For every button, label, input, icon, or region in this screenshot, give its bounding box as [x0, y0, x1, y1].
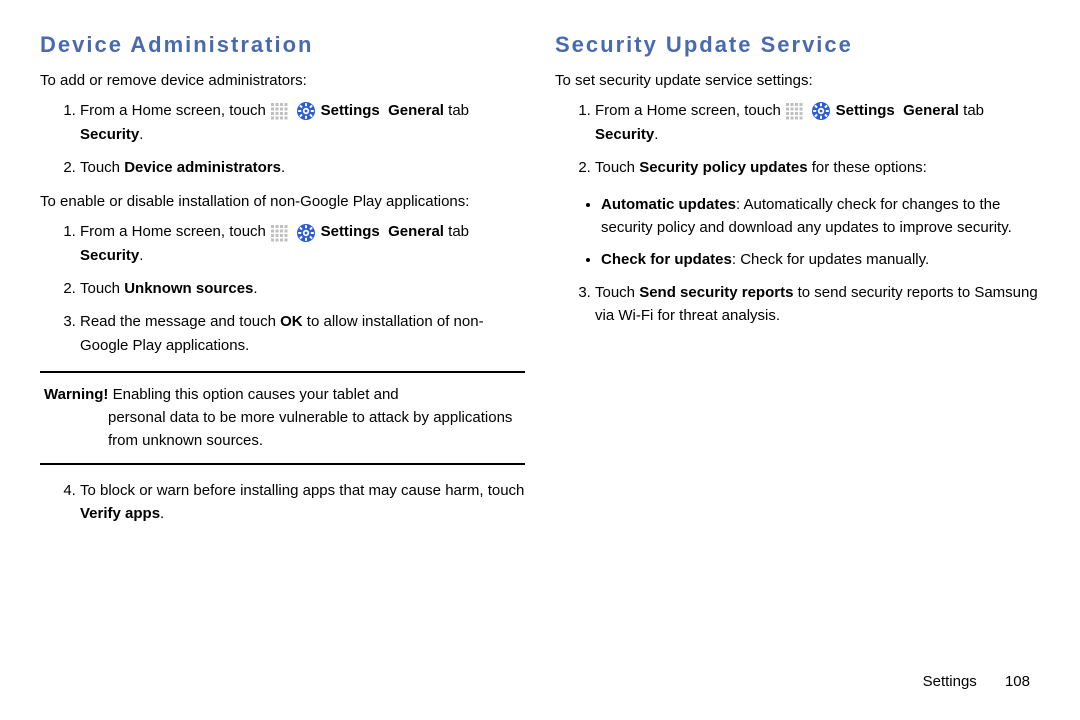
step-unknown-1: From a Home screen, touch [80, 220, 525, 267]
settings-gear-icon [296, 221, 316, 244]
heading-device-admin: Device Administration [40, 32, 525, 58]
tab-word: tab [963, 102, 988, 119]
warning-title: Warning! [44, 386, 113, 403]
policy-options: Automatic updates: Automatically check f… [555, 193, 1040, 271]
general-label: General [388, 223, 444, 240]
steps-admins: From a Home screen, touch [40, 99, 525, 179]
general-label: General [903, 102, 959, 119]
option-auto-updates: Automatic updates: Automatically check f… [601, 193, 1040, 240]
intro-add-remove-admins: To add or remove device administrators: [40, 72, 525, 89]
manual-page: Device Administration To add or remove d… [0, 0, 1080, 660]
period: . [253, 280, 257, 297]
step-text: To block or warn before installing apps … [80, 482, 524, 499]
period: . [139, 247, 143, 264]
period: . [160, 505, 164, 522]
send-reports-label: Send security reports [639, 284, 793, 301]
option-label: Automatic updates [601, 196, 736, 213]
settings-label: Settings [836, 102, 899, 119]
step-unknown-3: Read the message and touch OK to allow i… [80, 310, 525, 357]
warning-body: Enabling this option causes your tablet … [113, 386, 399, 403]
device-admins-label: Device administrators [124, 159, 281, 176]
step-secupd-3: Touch Send security reports to send secu… [595, 281, 1040, 328]
step-text: Touch [595, 284, 639, 301]
security-label: Security [595, 126, 654, 143]
right-column: Security Update Service To set security … [555, 32, 1040, 660]
warning-block: Warning! Enabling this option causes you… [40, 371, 525, 465]
page-footer: Settings 108 [923, 673, 1030, 690]
verify-apps-label: Verify apps [80, 505, 160, 522]
step-text: From a Home screen, touch [80, 223, 270, 240]
option-label: Check for updates [601, 251, 732, 268]
step-text: From a Home screen, touch [80, 102, 270, 119]
tab-word: tab [448, 102, 473, 119]
security-label: Security [80, 126, 139, 143]
settings-label: Settings [321, 102, 384, 119]
step-unknown-2: Touch Unknown sources. [80, 277, 525, 300]
steps-security-update: From a Home screen, touch [555, 99, 1040, 179]
step-admins-1: From a Home screen, touch [80, 99, 525, 146]
period: . [281, 159, 285, 176]
intro-security-update: To set security update service settings: [555, 72, 1040, 89]
settings-gear-icon [296, 99, 316, 122]
page-number: 108 [1005, 673, 1030, 690]
period: . [654, 126, 658, 143]
settings-gear-icon [811, 99, 831, 122]
apps-grid-icon [270, 221, 288, 244]
option-body: : Check for updates manually. [732, 251, 929, 268]
step-admins-2: Touch Device administrators. [80, 156, 525, 179]
steps-verify-apps: To block or warn before installing apps … [40, 479, 525, 526]
step-verify-4: To block or warn before installing apps … [80, 479, 525, 526]
step-secupd-1: From a Home screen, touch [595, 99, 1040, 146]
step-secupd-2: Touch Security policy updates for these … [595, 156, 1040, 179]
apps-grid-icon [785, 99, 803, 122]
step-text: Read the message and touch [80, 313, 280, 330]
left-column: Device Administration To add or remove d… [40, 32, 525, 660]
step-text: for these options: [808, 159, 927, 176]
period: . [139, 126, 143, 143]
security-label: Security [80, 247, 139, 264]
footer-section: Settings [923, 673, 977, 690]
heading-security-update: Security Update Service [555, 32, 1040, 58]
ok-label: OK [280, 313, 303, 330]
settings-label: Settings [321, 223, 384, 240]
warning-body-cont: personal data to be more vulnerable to a… [108, 406, 521, 453]
step-text: Touch [80, 159, 124, 176]
apps-grid-icon [270, 99, 288, 122]
general-label: General [388, 102, 444, 119]
intro-non-google-play: To enable or disable installation of non… [40, 193, 525, 210]
steps-send-reports: Touch Send security reports to send secu… [555, 281, 1040, 328]
step-text: Touch [80, 280, 124, 297]
unknown-sources-label: Unknown sources [124, 280, 253, 297]
steps-unknown-sources: From a Home screen, touch [40, 220, 525, 357]
option-check-updates: Check for updates: Check for updates man… [601, 248, 1040, 271]
policy-updates-label: Security policy updates [639, 159, 807, 176]
tab-word: tab [448, 223, 473, 240]
step-text: Touch [595, 159, 639, 176]
step-text: From a Home screen, touch [595, 102, 785, 119]
